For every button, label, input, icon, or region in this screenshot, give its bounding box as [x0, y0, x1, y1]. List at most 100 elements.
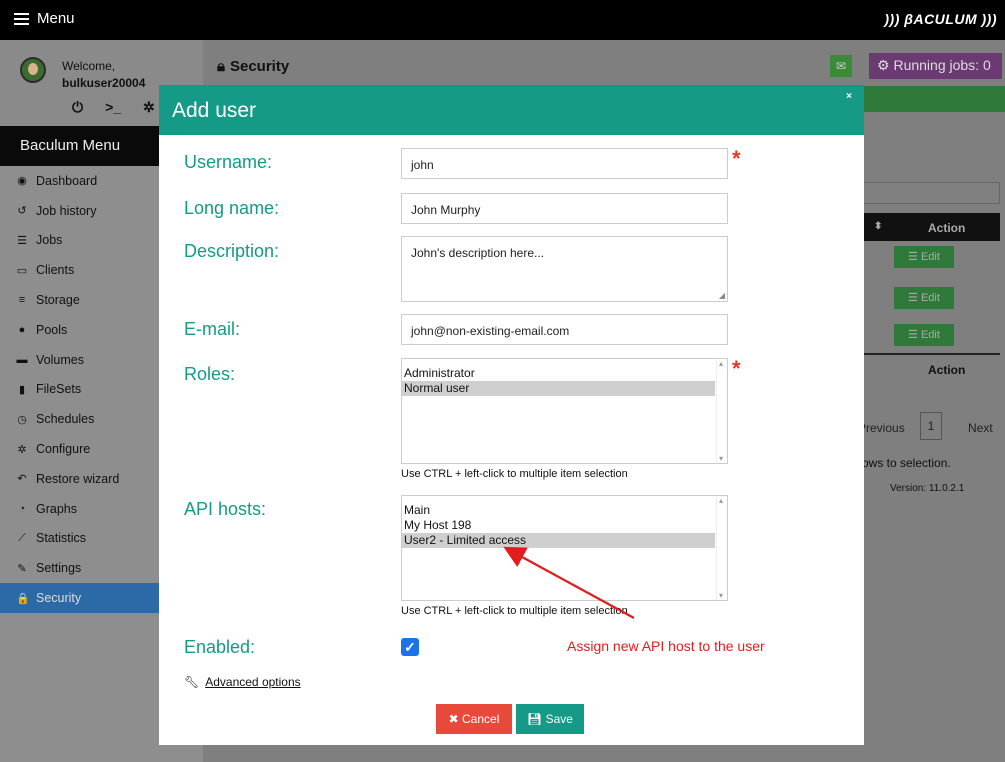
api-hosts-scrollbar[interactable] [716, 496, 727, 600]
menu-toggle-button[interactable]: Menu [14, 10, 75, 27]
modal-title: Add user [172, 99, 257, 122]
annotation-text: Assign new API host to the user [567, 638, 765, 654]
roles-label: Roles: [184, 364, 236, 384]
close-icon[interactable]: × [846, 91, 852, 102]
wrench-icon: ✎ [17, 562, 27, 575]
required-asterisk-icon: * [732, 146, 741, 171]
description-label: Description: [184, 241, 280, 261]
sidebar-item-label: Graphs [36, 501, 77, 516]
sidebar-item-label: Pools [36, 322, 68, 337]
edit-button[interactable]: ☰ Edit [894, 324, 954, 346]
roles-select[interactable]: Administrator Normal user [401, 358, 728, 464]
running-jobs-label: Running jobs: 0 [893, 57, 991, 73]
wrench-icon: 🔧︎ [184, 675, 200, 689]
roles-hint: Use CTRL + left-click to multiple item s… [401, 468, 628, 480]
email-field[interactable]: john@non-existing-email.com [401, 314, 728, 345]
list-icon: ☰ [17, 234, 27, 247]
roles-option[interactable]: Normal user [402, 381, 715, 396]
pie-chart-icon: ◔ [18, 502, 26, 515]
clock-icon: ◷ [17, 413, 27, 426]
sidebar-item-label: Configure [36, 442, 91, 457]
search-icon: ● [18, 323, 26, 336]
pager-previous[interactable]: Previous [858, 421, 905, 435]
table-row: ☰ Edit [858, 283, 1000, 313]
hamburger-icon [14, 12, 29, 25]
sidebar-item-label: Storage [36, 293, 80, 308]
page-title-text: Security [229, 58, 290, 75]
sort-icon[interactable]: ⬍ [874, 221, 882, 232]
desktop-icon: ▭ [16, 264, 28, 277]
save-label: Save [545, 712, 573, 726]
line-chart-icon: ⟋ [18, 531, 26, 544]
sidebar-item-label: Restore wizard [36, 471, 120, 486]
username-field[interactable]: john [401, 148, 728, 179]
brand-logo: ))) βACULUM ))) [884, 11, 997, 27]
welcome-text: Welcome, [62, 59, 116, 73]
avatar [20, 57, 46, 83]
action-column-footer: Action [928, 363, 966, 377]
add-user-modal: Add user × Username: john * Long name: J… [159, 85, 864, 745]
modal-header: Add user × [159, 85, 864, 135]
email-label: E-mail: [184, 319, 241, 339]
save-button[interactable]: 💾︎ Save [516, 704, 584, 734]
required-asterisk-icon: * [732, 356, 741, 381]
api-hosts-select[interactable]: Main My Host 198 User2 - Limited access [401, 495, 728, 601]
reply-icon: ↶ [17, 473, 27, 486]
edit-button[interactable]: ☰ Edit [894, 246, 954, 268]
table-search-input[interactable] [858, 182, 1000, 204]
rows-selection-text: rows to selection. [858, 456, 951, 470]
action-column-header: Action [928, 221, 966, 235]
pager-next[interactable]: Next [968, 421, 993, 435]
api-host-option[interactable]: Main [402, 503, 715, 518]
api-host-option[interactable]: My Host 198 [402, 518, 715, 533]
close-icon: ✖ [448, 712, 459, 726]
table-row: ☰ Edit [858, 242, 1000, 272]
lock-icon: 🔒 [16, 592, 30, 605]
username-text: bulkuser20004 [62, 76, 146, 90]
description-value: John's description here... [411, 246, 545, 260]
table-footer: Action [858, 353, 1000, 383]
power-icon[interactable]: ⏻ [72, 99, 83, 116]
sidebar-item-label: Dashboard [36, 173, 98, 188]
database-icon: ≡ [18, 294, 26, 307]
messages-button[interactable]: ✉ [830, 55, 852, 77]
enabled-label: Enabled: [184, 637, 256, 657]
pager-page-1[interactable]: 1 [920, 412, 942, 440]
version-text: Version: 11.0.2.1 [890, 483, 965, 494]
enabled-checkbox[interactable]: ✓ [401, 638, 419, 656]
table-header: ⬍ Action [858, 213, 1000, 241]
edit-button[interactable]: ☰ Edit [894, 287, 954, 309]
running-jobs-button[interactable]: ⚙ Running jobs: 0 [869, 53, 1002, 79]
resize-handle-icon[interactable]: ◢ [719, 291, 725, 300]
advanced-options-label: Advanced options [205, 675, 301, 689]
roles-option[interactable]: Administrator [402, 366, 715, 381]
terminal-icon[interactable]: >_ [105, 99, 121, 116]
cogs-icon: ⚙ [877, 57, 890, 73]
sidebar-item-label: Security [36, 591, 82, 606]
sidebar-item-label: FileSets [36, 382, 82, 397]
sidebar-item-label: Statistics [36, 531, 87, 546]
gear-icon: ✲ [17, 443, 27, 456]
sidebar-item-label: Volumes [36, 352, 84, 367]
sidebar-item-label: Schedules [36, 412, 95, 427]
page-title: 🔒︎ Security [217, 58, 289, 75]
longname-field[interactable]: John Murphy [401, 193, 728, 224]
sidebar-item-label: Job history [36, 203, 97, 218]
sidebar-item-label: Clients [36, 263, 75, 278]
copy-icon: ▮ [18, 383, 26, 396]
tachometer-icon: ◉ [17, 175, 27, 188]
hdd-icon: ▬ [16, 353, 28, 366]
gear-icon[interactable]: ✲ [143, 99, 155, 116]
username-label: Username: [184, 152, 273, 172]
advanced-options-link[interactable]: 🔧︎ Advanced options [184, 675, 301, 689]
cancel-button[interactable]: ✖ Cancel [436, 704, 512, 734]
save-icon: 💾︎ [527, 712, 543, 726]
cancel-label: Cancel [462, 712, 500, 726]
lock-icon: 🔒︎ [217, 58, 225, 75]
api-hosts-label: API hosts: [184, 499, 267, 519]
longname-label: Long name: [184, 198, 280, 218]
description-field[interactable]: John's description here... ◢ [401, 236, 728, 302]
roles-scrollbar[interactable] [716, 359, 727, 463]
api-hosts-hint: Use CTRL + left-click to multiple item s… [401, 605, 628, 617]
api-host-option[interactable]: User2 - Limited access [402, 533, 715, 548]
